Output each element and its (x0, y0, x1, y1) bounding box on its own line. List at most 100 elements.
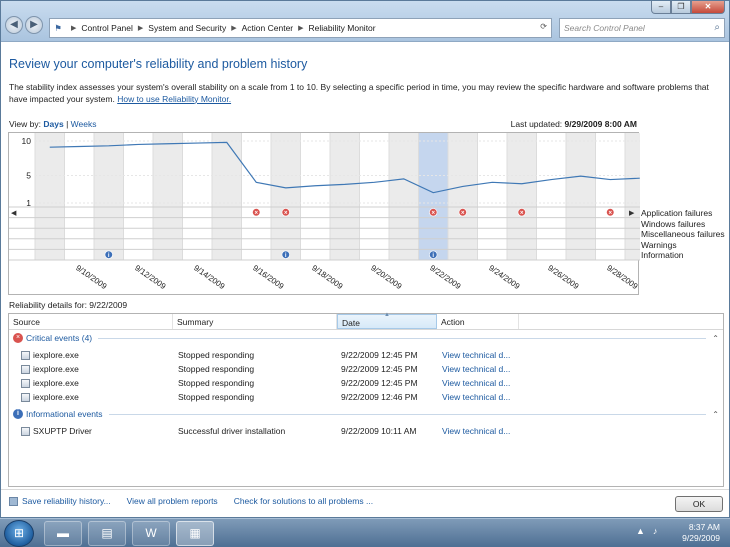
column-date[interactable]: ▲ Date (337, 312, 437, 329)
application-icon (21, 392, 30, 402)
summary-cell: Successful driver installation (178, 426, 286, 436)
taskbar-control-panel-icon[interactable]: ▦ (176, 521, 214, 546)
table-row[interactable]: SXUPTP Driver Successful driver installat… (9, 424, 723, 438)
x-tick-label: 9/20/2009 (369, 263, 404, 291)
breadcrumb-separator-icon: ▶ (298, 25, 304, 32)
start-button[interactable]: ⊞ (4, 520, 34, 547)
breadcrumb-system-security[interactable]: System and Security (148, 23, 226, 33)
info-icon: i (13, 409, 23, 419)
help-link[interactable]: How to use Reliability Monitor. (117, 94, 231, 104)
view-technical-details-link[interactable]: View technical d... (442, 364, 510, 374)
x-tick-label: 9/18/2009 (310, 263, 345, 291)
save-history-label: Save reliability history... (22, 496, 111, 506)
group-title: Informational events (26, 409, 103, 419)
column-summary[interactable]: Summary (173, 314, 337, 329)
y-tick-label: 5 (26, 170, 31, 180)
save-history-link[interactable]: Save reliability history... (9, 496, 111, 506)
table-header: Source Summary ▲ Date Action (9, 312, 723, 330)
view-technical-details-link[interactable]: View technical d... (442, 392, 510, 402)
address-bar[interactable]: ⚑ ▶ Control Panel ▶ System and Security … (49, 18, 552, 38)
taskbar-word-icon[interactable]: W (132, 521, 170, 546)
error-glyph: × (608, 211, 612, 217)
scroll-left-icon[interactable]: ◀ (11, 209, 16, 217)
window-chrome: – ❐ ✕ ◀ ▶ ⚑ ▶ Control Panel ▶ System and… (1, 1, 729, 42)
table-row[interactable]: iexplore.exe Stopped responding 9/22/2009 … (9, 390, 723, 404)
chart-column (389, 133, 419, 260)
x-tick-label: 9/24/2009 (487, 263, 522, 291)
view-days-link[interactable]: Days (43, 119, 63, 129)
column-action[interactable]: Action (437, 314, 519, 329)
search-placeholder: Search Control Panel (564, 23, 645, 33)
view-technical-details-link[interactable]: View technical d... (442, 378, 510, 388)
last-updated: Last updated: 9/29/2009 8:00 AM (511, 119, 637, 129)
table-row[interactable]: iexplore.exe Stopped responding 9/22/2009 … (9, 376, 723, 390)
description-text: The stability index assesses your system… (9, 82, 709, 104)
chart-column (330, 133, 360, 260)
ok-button[interactable]: OK (675, 496, 723, 512)
source-name: iexplore.exe (33, 350, 79, 360)
forward-arrow-icon[interactable]: ▶ (25, 16, 43, 34)
view-all-reports-link[interactable]: View all problem reports (127, 496, 218, 506)
breadcrumb-separator-icon: ▶ (137, 25, 144, 32)
search-input[interactable]: Search Control Panel ⌕ (559, 18, 725, 38)
event-row-label: Information (641, 250, 684, 261)
taskbar-explorer-icon[interactable]: ▤ (88, 521, 126, 546)
source-cell: iexplore.exe (21, 350, 79, 360)
source-cell: iexplore.exe (21, 364, 79, 374)
y-tick-label: 10 (22, 136, 32, 146)
error-glyph: × (254, 211, 258, 217)
view-technical-details-link[interactable]: View technical d... (442, 350, 510, 360)
view-weeks-link[interactable]: Weeks (71, 119, 97, 129)
table-row[interactable]: iexplore.exe Stopped responding 9/22/2009 … (9, 362, 723, 376)
breadcrumb-control-panel[interactable]: Control Panel (81, 23, 133, 33)
breadcrumb-action-center[interactable]: Action Center (242, 23, 294, 33)
group-title: Critical events (4) (26, 333, 93, 343)
chart-column (448, 133, 478, 260)
maximize-button[interactable]: ❐ (671, 1, 691, 14)
breadcrumb-reliability-monitor[interactable]: Reliability Monitor (309, 23, 376, 33)
date-cell: 9/22/2009 12:45 PM (341, 364, 418, 374)
clock-date: 9/29/2009 (682, 533, 720, 543)
chart-column (35, 133, 65, 260)
chart-column (566, 133, 596, 260)
table-row[interactable]: iexplore.exe Stopped responding 9/22/2009 … (9, 348, 723, 362)
refresh-icon[interactable]: ⟳ (540, 22, 547, 31)
details-table: Source Summary ▲ Date Action × Critical e… (8, 312, 724, 487)
error-glyph: × (461, 211, 465, 217)
collapse-chevron-icon[interactable]: ⌃ (712, 410, 719, 419)
collapse-chevron-icon[interactable]: ⌃ (712, 334, 719, 343)
last-updated-value: 9/29/2009 8:00 AM (564, 119, 637, 129)
view-separator: | (66, 119, 69, 129)
minimize-button[interactable]: – (651, 1, 671, 14)
x-tick-label: 9/22/2009 (428, 263, 463, 291)
chart-column (94, 133, 124, 260)
volume-icon[interactable]: ♪ (653, 526, 658, 536)
chart-column (418, 133, 448, 260)
column-source[interactable]: Source (9, 314, 173, 329)
taskbar-drive-icon[interactable]: ▬ (44, 521, 82, 546)
search-icon[interactable]: ⌕ (714, 22, 720, 33)
source-name: iexplore.exe (33, 392, 79, 402)
check-solutions-link[interactable]: Check for solutions to all problems ... (234, 496, 373, 506)
show-hidden-icons-icon[interactable]: ▲ (636, 526, 645, 536)
clock[interactable]: 8:37 AM 9/29/2009 (682, 522, 720, 544)
summary-cell: Stopped responding (178, 392, 255, 402)
stability-chart[interactable]: 10 5 1 × × × × × × i i i 9/10/2009 9/12/2009 9/14/2009… (8, 132, 640, 296)
chart-column (625, 133, 640, 260)
source-name: iexplore.exe (33, 364, 79, 374)
taskbar: ⊞ ▬ ▤ W ▦ ▲ ♪ 8:37 AM 9/29/2009 (0, 518, 730, 547)
reliability-monitor-window: – ❐ ✕ ◀ ▶ ⚑ ▶ Control Panel ▶ System and… (0, 0, 730, 518)
y-tick-label: 1 (26, 198, 31, 208)
stability-chart-svg[interactable]: 1051× × × × × ×i i i9/10/2009 9/12/2009 9/14/2009… (9, 133, 640, 296)
view-technical-details-link[interactable]: View technical d... (442, 426, 510, 436)
clock-time: 8:37 AM (688, 522, 720, 532)
group-informational-events[interactable]: i Informational events ⌃ (13, 409, 719, 419)
x-tick-label: 9/28/2009 (605, 263, 640, 291)
group-critical-events[interactable]: × Critical events (4) ⌃ (13, 333, 719, 343)
close-button[interactable]: ✕ (691, 1, 725, 14)
back-arrow-icon[interactable]: ◀ (5, 16, 23, 34)
nav-buttons: ◀ ▶ (5, 16, 43, 34)
scroll-right-icon[interactable]: ▶ (629, 209, 634, 217)
event-row-label: Warnings (641, 239, 677, 250)
chart-column (507, 133, 537, 260)
